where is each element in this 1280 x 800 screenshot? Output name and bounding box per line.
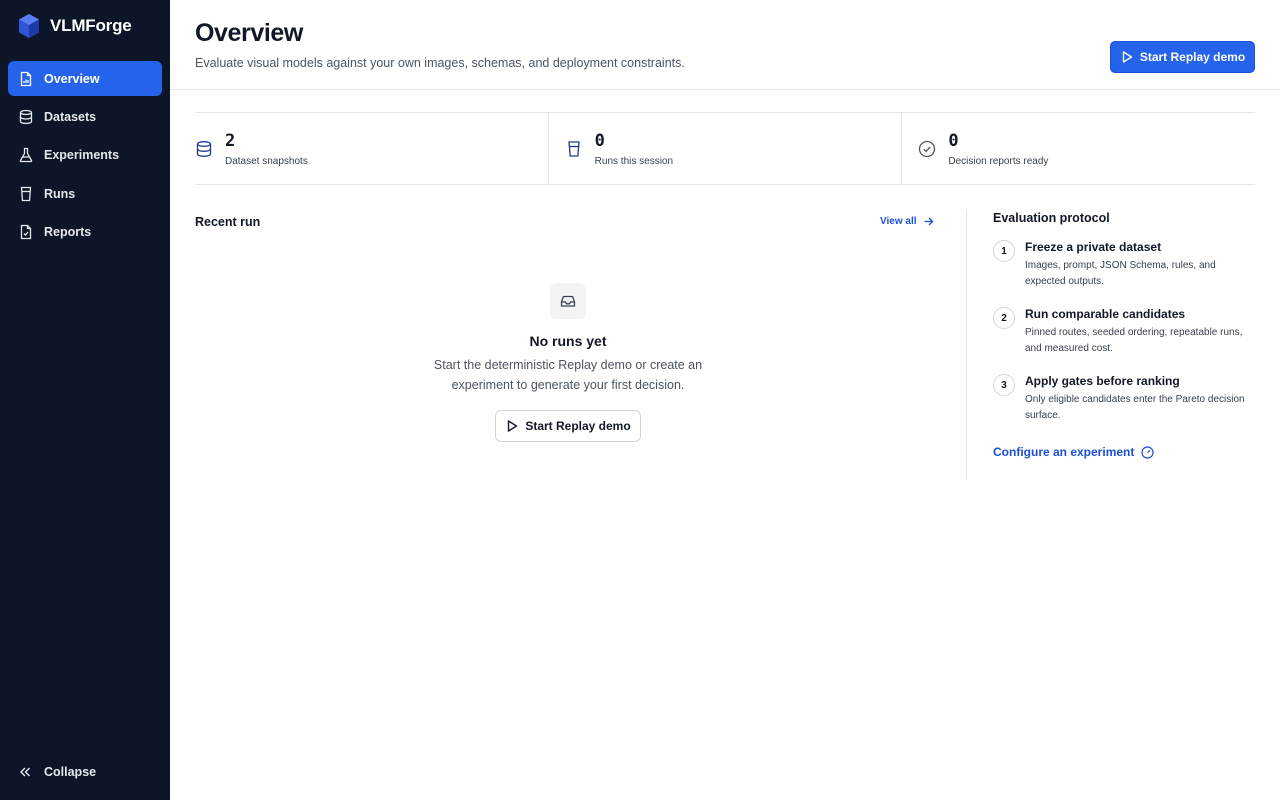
start-replay-demo-label: Start Replay demo bbox=[1139, 50, 1246, 64]
configure-experiment-link[interactable]: Configure an experiment bbox=[993, 445, 1154, 459]
step-number: 2 bbox=[993, 307, 1015, 329]
document-chart-icon bbox=[20, 71, 32, 86]
sidebar-item-label: Experiments bbox=[44, 148, 120, 163]
stat-value: 2 bbox=[225, 131, 236, 151]
report-icon bbox=[20, 224, 32, 240]
sidebar-item-runs[interactable]: Runs bbox=[8, 176, 162, 211]
view-all-label: View all bbox=[880, 216, 917, 227]
step-description: Only eligible candidates enter the Paret… bbox=[1025, 394, 1245, 421]
recent-run-title: Recent run bbox=[195, 215, 261, 229]
step-title: Apply gates before ranking bbox=[1025, 374, 1180, 388]
gauge-icon bbox=[1141, 445, 1154, 459]
start-replay-demo-secondary-button[interactable]: Start Replay demo bbox=[495, 410, 641, 442]
configure-experiment-label: Configure an experiment bbox=[993, 445, 1135, 459]
stat-value: 0 bbox=[948, 131, 959, 151]
sidebar: VLMForge Overview Datasets Experiments R… bbox=[0, 0, 170, 800]
stat-value: 0 bbox=[594, 131, 605, 151]
empty-state-description: Start the deterministic Replay demo or c… bbox=[433, 358, 703, 392]
database-icon bbox=[19, 109, 33, 125]
play-icon bbox=[1122, 51, 1133, 63]
step-description: Pinned routes, seeded ordering, repeatab… bbox=[1025, 327, 1243, 354]
inbox-icon bbox=[560, 295, 576, 307]
start-replay-demo-button[interactable]: Start Replay demo bbox=[1110, 41, 1255, 73]
brand-name: VLMForge bbox=[50, 16, 132, 35]
stat-label: Decision reports ready bbox=[948, 156, 1049, 167]
column-divider bbox=[966, 209, 967, 480]
brand[interactable]: VLMForge bbox=[18, 14, 132, 38]
check-circle-icon bbox=[919, 140, 936, 158]
step-description: Images, prompt, JSON Schema, rules, and … bbox=[1025, 260, 1216, 287]
step-number: 3 bbox=[993, 374, 1015, 396]
sidebar-item-label: Runs bbox=[44, 186, 76, 201]
stat-decision-reports: 0 Decision reports ready bbox=[901, 113, 1255, 184]
stat-runs-this-session: 0 Runs this session bbox=[547, 113, 902, 184]
start-replay-demo-label: Start Replay demo bbox=[525, 419, 631, 433]
stat-label: Runs this session bbox=[594, 156, 674, 167]
page-title: Overview bbox=[195, 19, 303, 47]
sidebar-item-reports[interactable]: Reports bbox=[8, 215, 162, 250]
sidebar-item-label: Overview bbox=[44, 71, 100, 86]
evaluation-protocol-title: Evaluation protocol bbox=[993, 211, 1110, 225]
sidebar-nav: Overview Datasets Experiments Runs Repor… bbox=[8, 61, 162, 253]
page-subtitle: Evaluate visual models against your own … bbox=[195, 56, 685, 70]
cup-icon bbox=[567, 141, 580, 157]
empty-state-title: No runs yet bbox=[529, 333, 607, 349]
collapse-button[interactable]: Collapse bbox=[18, 765, 96, 779]
double-chevron-left-icon bbox=[20, 767, 30, 777]
play-icon bbox=[508, 420, 518, 432]
sidebar-item-datasets[interactable]: Datasets bbox=[8, 99, 162, 134]
step-number: 1 bbox=[993, 240, 1015, 262]
empty-state-icon-box bbox=[550, 283, 586, 319]
collapse-label: Collapse bbox=[44, 765, 97, 779]
cube-logo-icon bbox=[19, 14, 39, 38]
stats-row: 2 Dataset snapshots 0 Runs this session … bbox=[195, 112, 1255, 185]
sidebar-item-overview[interactable]: Overview bbox=[8, 61, 162, 96]
database-icon bbox=[196, 141, 212, 157]
cup-icon bbox=[20, 186, 32, 201]
stat-dataset-snapshots: 2 Dataset snapshots bbox=[195, 113, 548, 184]
sidebar-item-label: Reports bbox=[44, 225, 92, 240]
flask-icon bbox=[19, 148, 33, 163]
sidebar-item-experiments[interactable]: Experiments bbox=[8, 138, 162, 173]
arrow-right-icon bbox=[924, 217, 933, 226]
step-title: Freeze a private dataset bbox=[1025, 240, 1162, 254]
sidebar-item-label: Datasets bbox=[44, 109, 97, 124]
page-header: Overview Evaluate visual models against … bbox=[170, 0, 1280, 90]
stat-label: Dataset snapshots bbox=[225, 156, 308, 167]
view-all-link[interactable]: View all bbox=[880, 216, 934, 227]
step-title: Run comparable candidates bbox=[1025, 307, 1186, 321]
